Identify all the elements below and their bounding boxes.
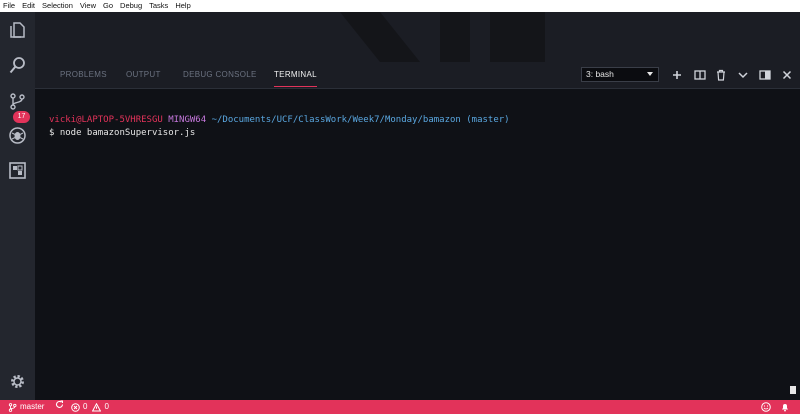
status-branch[interactable]: master	[8, 400, 44, 414]
terminal-shell: MINGW64	[168, 115, 207, 125]
extensions-icon[interactable]	[8, 161, 27, 180]
terminal-branch: (master)	[466, 115, 510, 125]
debug-icon[interactable]	[8, 126, 27, 145]
tab-output[interactable]: OUTPUT	[126, 62, 161, 88]
activity-bar: 17	[0, 12, 35, 400]
gear-icon[interactable]	[8, 372, 27, 391]
editor-area	[35, 12, 800, 62]
chevron-down-icon	[647, 72, 653, 76]
split-icon[interactable]	[693, 68, 707, 82]
terminal-prompt: $	[49, 128, 55, 138]
panel-tab-bar: PROBLEMS OUTPUT DEBUG CONSOLE TERMINAL 3…	[35, 62, 800, 89]
tab-terminal[interactable]: TERMINAL	[274, 62, 317, 88]
plus-icon[interactable]	[670, 68, 684, 82]
sync-button[interactable]	[55, 400, 67, 409]
menu-tasks[interactable]: Tasks	[149, 0, 168, 12]
search-icon[interactable]	[8, 56, 27, 75]
sync-icon	[55, 400, 64, 408]
terminal-path: ~/Documents/UCF/ClassWork/Week7/Monday/b…	[211, 115, 461, 125]
warning-count: 0	[104, 402, 109, 411]
status-problems[interactable]: 0 0	[71, 400, 109, 414]
terminal-user-host: vicki@LAPTOP-5VHRESGU	[49, 115, 163, 125]
git-branch-icon	[8, 402, 17, 412]
menu-debug[interactable]: Debug	[120, 0, 142, 12]
bell-icon[interactable]	[780, 402, 790, 412]
terminal-selector-value: 3: bash	[586, 69, 614, 79]
status-bar: master 0 0	[0, 400, 800, 414]
terminal-panel: PROBLEMS OUTPUT DEBUG CONSOLE TERMINAL 3…	[35, 62, 800, 400]
explorer-icon[interactable]	[8, 20, 27, 39]
warning-icon	[92, 402, 102, 411]
status-branch-label: master	[20, 402, 45, 411]
error-count: 0	[83, 402, 88, 411]
menu-selection[interactable]: Selection	[42, 0, 73, 12]
menu-go[interactable]: Go	[103, 0, 113, 12]
terminal-cursor	[790, 386, 796, 394]
chevron-down-icon[interactable]	[736, 68, 750, 82]
menu-file[interactable]: File	[3, 0, 15, 12]
terminal-command: node bamazonSupervisor.js	[59, 128, 196, 138]
scm-badge: 17	[13, 111, 30, 123]
source-control-icon[interactable]	[8, 92, 27, 111]
tab-debug-console[interactable]: DEBUG CONSOLE	[183, 62, 257, 88]
maximize-icon[interactable]	[758, 68, 772, 82]
terminal-selector[interactable]: 3: bash	[581, 67, 659, 82]
close-icon[interactable]	[780, 68, 794, 82]
menu-edit[interactable]: Edit	[22, 0, 35, 12]
menu-bar: File Edit Selection View Go Debug Tasks …	[0, 0, 800, 12]
tab-problems[interactable]: PROBLEMS	[60, 62, 107, 88]
menu-help[interactable]: Help	[175, 0, 190, 12]
error-icon	[71, 402, 80, 412]
terminal-output[interactable]: vicki@LAPTOP-5VHRESGU MINGW64 ~/Document…	[49, 114, 790, 140]
vscode-watermark-icon	[340, 12, 545, 62]
menu-view[interactable]: View	[80, 0, 96, 12]
smiley-icon[interactable]	[761, 402, 771, 412]
trash-icon[interactable]	[714, 68, 728, 82]
